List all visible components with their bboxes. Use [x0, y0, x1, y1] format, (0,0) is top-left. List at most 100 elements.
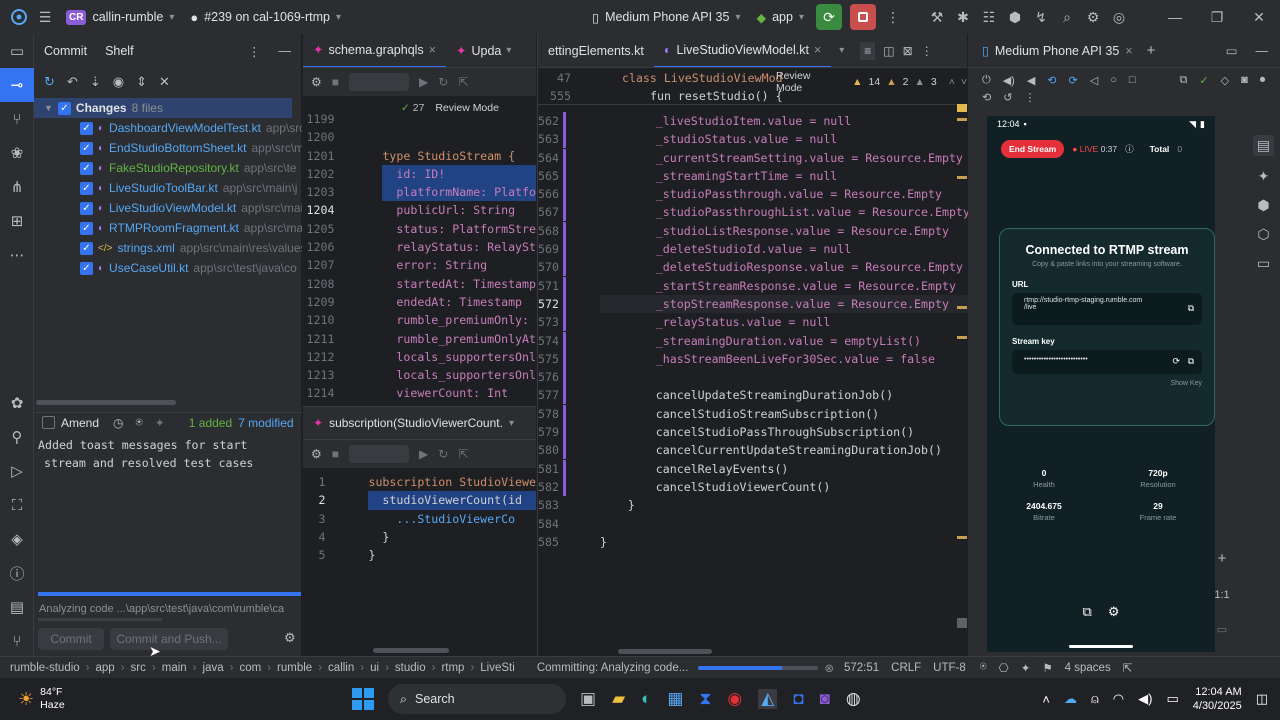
- problems-icon[interactable]: ⓘ: [0, 556, 34, 590]
- stop-icon[interactable]: [850, 4, 876, 30]
- debug-icon[interactable]: ✱: [950, 4, 976, 30]
- subscription-code[interactable]: 1 2 3 4 5 subscription StudioViewe studioVie…: [303, 468, 536, 564]
- taskbar-search[interactable]: ⌕ Search: [388, 684, 566, 714]
- store-icon[interactable]: ▦: [667, 689, 683, 709]
- clock[interactable]: 12:04 AM 4/30/2025: [1193, 685, 1242, 713]
- check-icon[interactable]: ✓: [1199, 74, 1208, 87]
- chevron-up-icon[interactable]: ˄: [1042, 692, 1050, 707]
- file-checkbox[interactable]: ✓: [80, 241, 93, 255]
- changed-file-row[interactable]: ✓ ◐ RTMPRoomFragment.kt app\src\mai: [34, 218, 302, 238]
- gemini-icon[interactable]: ✦: [1258, 168, 1270, 185]
- file-encoding[interactable]: UTF-8: [933, 662, 966, 674]
- commit-button[interactable]: Commit: [38, 628, 104, 650]
- run-config-selector[interactable]: ◆ app ▾: [748, 0, 812, 34]
- show-diff-icon[interactable]: ◉: [113, 74, 124, 90]
- hide-icon[interactable]: —: [1256, 44, 1269, 58]
- build-icon[interactable]: ⚒: [924, 4, 950, 30]
- app-inspection-icon[interactable]: ◈: [0, 522, 34, 556]
- breadcrumb-item[interactable]: rtmp: [441, 662, 464, 674]
- breadcrumb-item[interactable]: LiveSti: [480, 662, 515, 674]
- tab-label[interactable]: subscription(StudioViewerCount.: [329, 416, 503, 430]
- rollback-icon[interactable]: ↶: [67, 74, 78, 90]
- tab-update[interactable]: ✦ Upda ▾: [446, 34, 521, 67]
- task-view-icon[interactable]: ▣: [580, 689, 596, 709]
- file-checkbox[interactable]: ✓: [80, 221, 93, 235]
- stream-settings-icon[interactable]: ⚙: [1108, 604, 1120, 620]
- open-icon[interactable]: ⇱: [458, 447, 468, 461]
- notifications-icon[interactable]: ◫: [1256, 691, 1268, 707]
- ai-icon[interactable]: ✦: [155, 416, 165, 430]
- changed-file-row[interactable]: ✓ ◐ UseCaseUtil.kt app\src\test\java\co: [34, 258, 302, 278]
- tab-commit[interactable]: Commit: [44, 44, 87, 58]
- version-control-icon[interactable]: ⑂: [0, 624, 34, 658]
- close-icon[interactable]: ×: [1125, 44, 1132, 58]
- changed-file-row[interactable]: ✓ ◐ DashboardViewModelTest.kt app\src\: [34, 118, 302, 138]
- device-explorer-icon[interactable]: ⬡: [1257, 226, 1269, 243]
- breadcrumb-item[interactable]: rumble-studio: [10, 662, 80, 674]
- ai-status-icon[interactable]: ✦: [1021, 661, 1031, 675]
- expand-all-icon[interactable]: ⇕: [136, 74, 147, 90]
- copilot-status-icon[interactable]: ⍟: [980, 661, 987, 674]
- copilot-icon[interactable]: ⍟: [136, 415, 143, 430]
- more-icon[interactable]: ⋮: [921, 44, 933, 58]
- rotate-right-icon[interactable]: ⟳: [1069, 74, 1078, 87]
- apply-changes-icon[interactable]: ⟳: [816, 4, 842, 30]
- indent-setting[interactable]: 4 spaces: [1065, 662, 1111, 674]
- fold-icon[interactable]: ◇: [1221, 74, 1229, 87]
- breadcrumb-item[interactable]: callin: [328, 662, 354, 674]
- window-icon[interactable]: ▭: [1226, 43, 1238, 58]
- weather-widget[interactable]: ☀ 84°F Haze: [0, 686, 160, 712]
- read-only-icon[interactable]: ⇱: [1123, 661, 1133, 675]
- run-tool-icon[interactable]: ▷: [0, 454, 34, 488]
- kotlin-scrollbar-h[interactable]: [618, 649, 712, 654]
- tab-label[interactable]: Medium Phone API 35: [995, 44, 1119, 58]
- breadcrumb-item[interactable]: app: [96, 662, 115, 674]
- breadcrumb-item[interactable]: studio: [395, 662, 426, 674]
- close-window-icon[interactable]: ✕: [1246, 4, 1272, 30]
- breadcrumb-item[interactable]: rumble: [277, 662, 312, 674]
- lock-icon[interactable]: ⎔: [999, 661, 1009, 675]
- file-checkbox[interactable]: ✓: [80, 181, 93, 195]
- flip-camera-icon[interactable]: ⧉: [1083, 604, 1092, 620]
- vscode-icon[interactable]: ⧗: [699, 689, 711, 709]
- more-actions-icon[interactable]: ⋮: [880, 4, 906, 30]
- bookmarks-icon[interactable]: ⊞: [0, 204, 34, 238]
- code-style-icon[interactable]: ⚑: [1042, 661, 1052, 675]
- history-icon[interactable]: ◷: [113, 416, 123, 430]
- changed-file-row[interactable]: ✓ ◐ LiveStudioToolBar.kt app\src\main\j: [34, 178, 302, 198]
- fit-screen-icon[interactable]: ▭: [1217, 623, 1227, 636]
- close-icon[interactable]: ×: [429, 43, 436, 57]
- battery-icon[interactable]: ▭: [1166, 691, 1178, 707]
- changes-checkbox[interactable]: ✓: [57, 101, 71, 115]
- changed-file-row[interactable]: ✓ ◐ EndStudioBottomSheet.kt app\src\m: [34, 138, 302, 158]
- show-key-link[interactable]: Show Key: [1012, 380, 1202, 387]
- sdk-manager-icon[interactable]: ⬢: [1002, 4, 1028, 30]
- logcat-icon[interactable]: ⛶: [0, 488, 34, 522]
- open-icon[interactable]: ⇱: [458, 75, 468, 89]
- end-stream-button[interactable]: End Stream: [1001, 140, 1065, 158]
- copy-icon[interactable]: ⧉: [1188, 356, 1194, 367]
- url-field[interactable]: rtmp://studio-rtmp-staging.rumble.com /l…: [1012, 293, 1202, 325]
- options-icon[interactable]: ⋮: [248, 44, 261, 59]
- tab-schema-graphqls[interactable]: ✦ schema.graphqls ×: [303, 34, 446, 67]
- app-quality-icon[interactable]: ⬢: [1257, 197, 1269, 214]
- build-variants-icon[interactable]: ⚲: [0, 420, 34, 454]
- structure-icon[interactable]: ⋔: [0, 170, 34, 204]
- settings-icon[interactable]: ⚙: [311, 447, 322, 461]
- settings-icon[interactable]: ⚙: [1080, 4, 1106, 30]
- more-tools-icon[interactable]: ⋯: [0, 238, 34, 272]
- snapshot-icon[interactable]: ⟲: [982, 91, 991, 104]
- changed-file-row[interactable]: ✓ </> strings.xml app\src\main\res\values: [34, 238, 302, 258]
- commit-tool-icon[interactable]: ⊸: [0, 68, 34, 102]
- restore-icon[interactable]: ❐: [1204, 4, 1230, 30]
- tab-live-studio-view-model[interactable]: ◐ LiveStudioViewModel.kt ×: [653, 34, 832, 67]
- file-checkbox[interactable]: ✓: [80, 261, 93, 275]
- info-icon[interactable]: ⓘ: [1125, 143, 1134, 155]
- volume-down-icon[interactable]: ◀: [1027, 74, 1035, 87]
- chevron-down-icon[interactable]: ▾: [509, 418, 514, 429]
- android-studio-taskbar-icon[interactable]: ◭: [758, 689, 778, 709]
- wifi-icon[interactable]: ◠: [1113, 691, 1124, 707]
- main-menu-icon[interactable]: ☰: [32, 4, 58, 30]
- zoom-ratio[interactable]: 1:1: [1214, 589, 1229, 601]
- run-icon[interactable]: ▶: [419, 75, 428, 89]
